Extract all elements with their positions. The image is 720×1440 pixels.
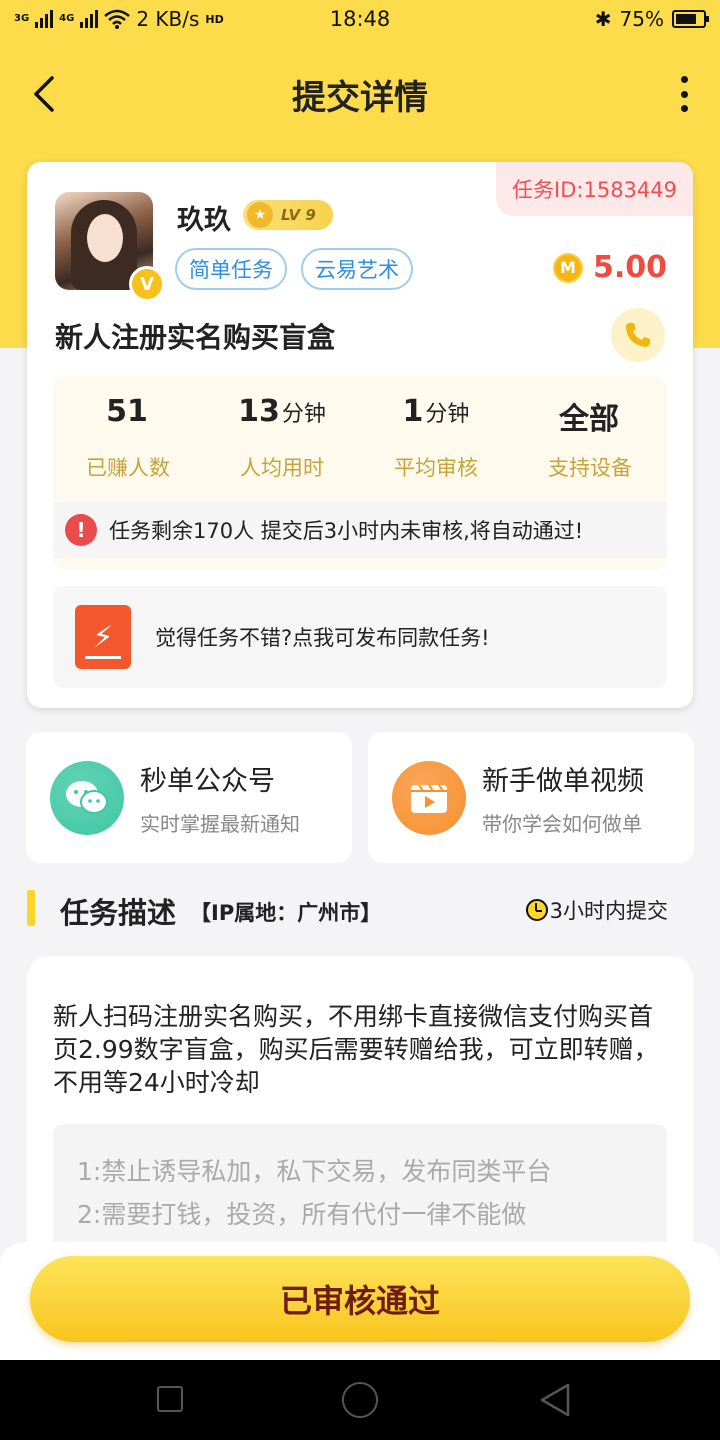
network-speed: 2 KB/s <box>136 7 200 31</box>
rule-item: 2:需要打钱，投资，所有代付一律不能做 <box>77 1200 527 1229</box>
description-card: 新人扫码注册实名购买，不用绑卡直接微信支付购买首页2.99数字盲盒，购买后需要转… <box>27 956 693 1286</box>
back-triangle-icon[interactable] <box>538 1382 572 1418</box>
section-title: 任务描述 <box>60 896 177 930</box>
tag-task-type: 简单任务 <box>175 248 287 290</box>
recent-apps-button[interactable] <box>157 1386 183 1412</box>
bluetooth-icon: ✱ <box>594 7 612 31</box>
stat-avg-time: 13 分钟 人均用时 <box>207 394 357 482</box>
phone-icon <box>626 323 650 347</box>
coin-icon: M <box>552 252 583 283</box>
wechat-account-card[interactable]: 秒单公众号 实时掌握最新通知 <box>26 732 352 863</box>
card-title: 秒单公众号 <box>140 765 275 797</box>
medal-icon: ★ <box>247 202 273 228</box>
stat-value: 全部 <box>559 402 619 437</box>
reward-amount: 5.00 <box>592 250 667 285</box>
rule-item: 1:禁止诱导私加，私下交易，发布同类平台 <box>77 1157 552 1186</box>
contact-button[interactable] <box>611 308 665 362</box>
approved-status-button[interactable]: 已审核通过 <box>30 1256 690 1342</box>
publisher-name: 玖玖 <box>177 205 231 236</box>
tutorial-video-card[interactable]: 新手做单视频 带你学会如何做单 <box>368 732 694 863</box>
publish-text: 觉得任务不错?点我可发布同款任务! <box>155 626 490 650</box>
stat-unit: 分钟 <box>281 402 326 427</box>
clock-icon <box>525 899 548 921</box>
card-subtitle: 实时掌握最新通知 <box>140 811 300 836</box>
description-text: 新人扫码注册实名购买，不用绑卡直接微信支付购买首页2.99数字盲盒，购买后需要转… <box>53 1002 659 1097</box>
network-4g-label: 4G <box>59 13 75 24</box>
level-label: LV 9 <box>281 206 316 224</box>
app-header: 提交详情 <box>0 52 720 136</box>
stat-label: 平均审核 <box>394 456 478 480</box>
more-button[interactable] <box>674 74 694 114</box>
signal-icon <box>80 10 99 28</box>
task-notice: ! 任务剩余170人 提交后3小时内未审核,将自动通过! <box>53 502 667 558</box>
time-limit-text: 3小时内提交 <box>549 899 668 923</box>
stat-label: 人均用时 <box>240 456 324 480</box>
chevron-left-icon <box>34 76 54 112</box>
hd-call-icon: HD <box>205 12 224 26</box>
level-badge: ★ LV 9 <box>243 200 333 230</box>
lightning-icon: ⚡ <box>75 605 131 669</box>
card-title: 新手做单视频 <box>482 765 644 797</box>
alert-icon: ! <box>65 514 97 546</box>
task-title: 新人注册实名购买盲盒 <box>55 321 336 354</box>
signal-icon <box>35 10 54 28</box>
bottom-action-bar: 已审核通过 <box>0 1242 720 1360</box>
stat-earned: 51 已赚人数 <box>53 394 203 482</box>
ip-location: 【IP属地：广州市】 <box>190 901 382 925</box>
network-3g-label: 3G <box>14 13 30 24</box>
wifi-icon <box>104 9 131 29</box>
back-button[interactable] <box>24 72 68 116</box>
time-limit: 3小时内提交 <box>525 895 668 925</box>
notice-text: 任务剩余170人 提交后3小时内未审核,将自动通过! <box>109 519 584 543</box>
stats-panel: 51 已赚人数 13 分钟 人均用时 1 分钟 平均审核 全部 支持设备 ! 任务剩… <box>53 376 667 570</box>
card-subtitle: 带你学会如何做单 <box>482 811 642 836</box>
battery-percent: 75% <box>619 7 664 31</box>
section-accent-bar <box>27 890 35 926</box>
status-bar: 3G 4G 2 KB/s HD 18:48 ✱ 75% <box>0 0 720 38</box>
system-nav-bar <box>0 1360 720 1440</box>
stat-devices: 全部 支持设备 <box>515 394 665 482</box>
task-card: 任务ID:1583449 V 玖玖 ★ LV 9 简单任务 云易艺术 M 5.0… <box>27 162 693 708</box>
more-vertical-icon <box>680 76 688 83</box>
wechat-icon <box>50 760 124 835</box>
video-icon <box>392 760 466 835</box>
battery-icon <box>672 10 709 28</box>
stat-unit: 分钟 <box>425 402 470 427</box>
task-id-badge: 任务ID:1583449 <box>496 162 693 216</box>
page-title: 提交详情 <box>292 77 428 118</box>
stat-value: 13 <box>238 394 280 429</box>
reward: M 5.00 <box>552 250 667 285</box>
tag-publisher: 云易艺术 <box>301 248 413 290</box>
stat-value: 1 <box>402 394 424 429</box>
vip-badge-icon: V <box>129 266 165 302</box>
stat-label: 已赚人数 <box>86 456 170 480</box>
stat-avg-review: 1 分钟 平均审核 <box>361 394 511 482</box>
publish-similar-button[interactable]: ⚡ 觉得任务不错?点我可发布同款任务! <box>53 586 667 688</box>
stat-value: 51 <box>106 394 148 429</box>
home-button[interactable] <box>342 1382 378 1418</box>
stat-label: 支持设备 <box>548 456 632 480</box>
